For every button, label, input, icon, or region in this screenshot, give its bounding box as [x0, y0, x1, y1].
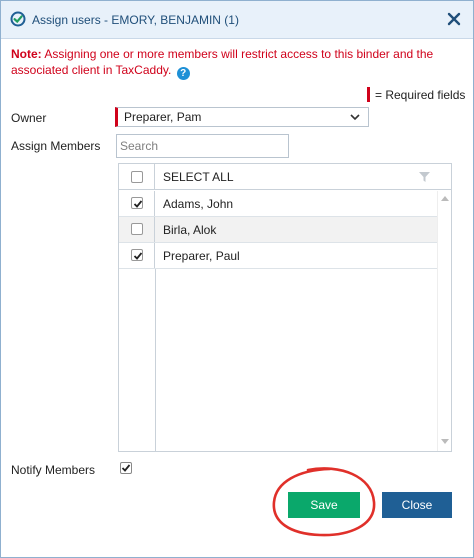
column-divider: [155, 269, 156, 451]
member-row[interactable]: Adams, John: [119, 191, 437, 217]
dialog-titlebar: Assign users - EMORY, BENJAMIN (1): [1, 1, 473, 39]
row-check-cell: [119, 191, 155, 216]
select-all-checkbox[interactable]: [131, 171, 143, 183]
grid-body: Adams, John Birla, Alok Preparer, Paul: [119, 191, 437, 451]
required-fields-legend: = Required fields: [367, 87, 465, 102]
assign-members-label: Assign Members: [11, 139, 101, 153]
member-search-input[interactable]: [116, 134, 289, 158]
note-label: Note:: [11, 47, 42, 61]
row-check-cell: [119, 217, 155, 242]
member-row[interactable]: Birla, Alok: [119, 217, 437, 243]
member-checkbox[interactable]: [131, 223, 143, 235]
scroll-down-arrow-icon[interactable]: [441, 439, 449, 445]
assign-users-dialog: Assign users - EMORY, BENJAMIN (1) Note:…: [0, 0, 474, 558]
required-legend-text: = Required fields: [375, 88, 466, 102]
restriction-note: Note: Assigning one or more members will…: [11, 46, 466, 80]
note-text: Assigning one or more members will restr…: [11, 47, 434, 77]
member-name: Adams, John: [163, 197, 234, 211]
owner-select[interactable]: Preparer, Pam: [115, 107, 369, 127]
dialog-title: Assign users - EMORY, BENJAMIN (1): [32, 13, 239, 27]
grid-scrollbar[interactable]: [437, 191, 451, 451]
check-circle-icon: [10, 11, 26, 27]
member-name: Preparer, Paul: [163, 249, 240, 263]
filter-icon[interactable]: [419, 172, 430, 182]
checkmark-icon: [133, 252, 143, 260]
required-bar-icon: [367, 87, 370, 102]
help-icon[interactable]: ?: [176, 67, 190, 80]
select-all-label: SELECT ALL: [163, 170, 234, 184]
member-checkbox[interactable]: [131, 249, 143, 261]
close-button[interactable]: Close: [382, 492, 452, 518]
dialog-title-client: - EMORY, BENJAMIN (1): [104, 13, 239, 27]
save-button[interactable]: Save: [288, 492, 360, 518]
members-grid: SELECT ALL Adams, John Birla, Alok Prepa…: [118, 163, 452, 452]
notify-members-label: Notify Members: [11, 463, 96, 477]
checkmark-icon: [133, 200, 143, 208]
owner-label: Owner: [11, 111, 47, 125]
chevron-down-icon: [350, 114, 360, 121]
member-checkbox[interactable]: [131, 197, 143, 209]
member-name: Birla, Alok: [163, 223, 217, 237]
dialog-title-main: Assign users: [32, 13, 101, 27]
select-all-cell: [119, 164, 155, 189]
checkmark-icon: [121, 464, 131, 472]
close-icon[interactable]: [445, 10, 463, 28]
grid-header: SELECT ALL: [119, 164, 451, 190]
notify-members-checkbox[interactable]: [120, 462, 132, 474]
member-row[interactable]: Preparer, Paul: [119, 243, 437, 269]
row-check-cell: [119, 243, 155, 268]
scroll-up-arrow-icon[interactable]: [441, 195, 449, 201]
owner-selected-value: Preparer, Pam: [124, 110, 202, 124]
